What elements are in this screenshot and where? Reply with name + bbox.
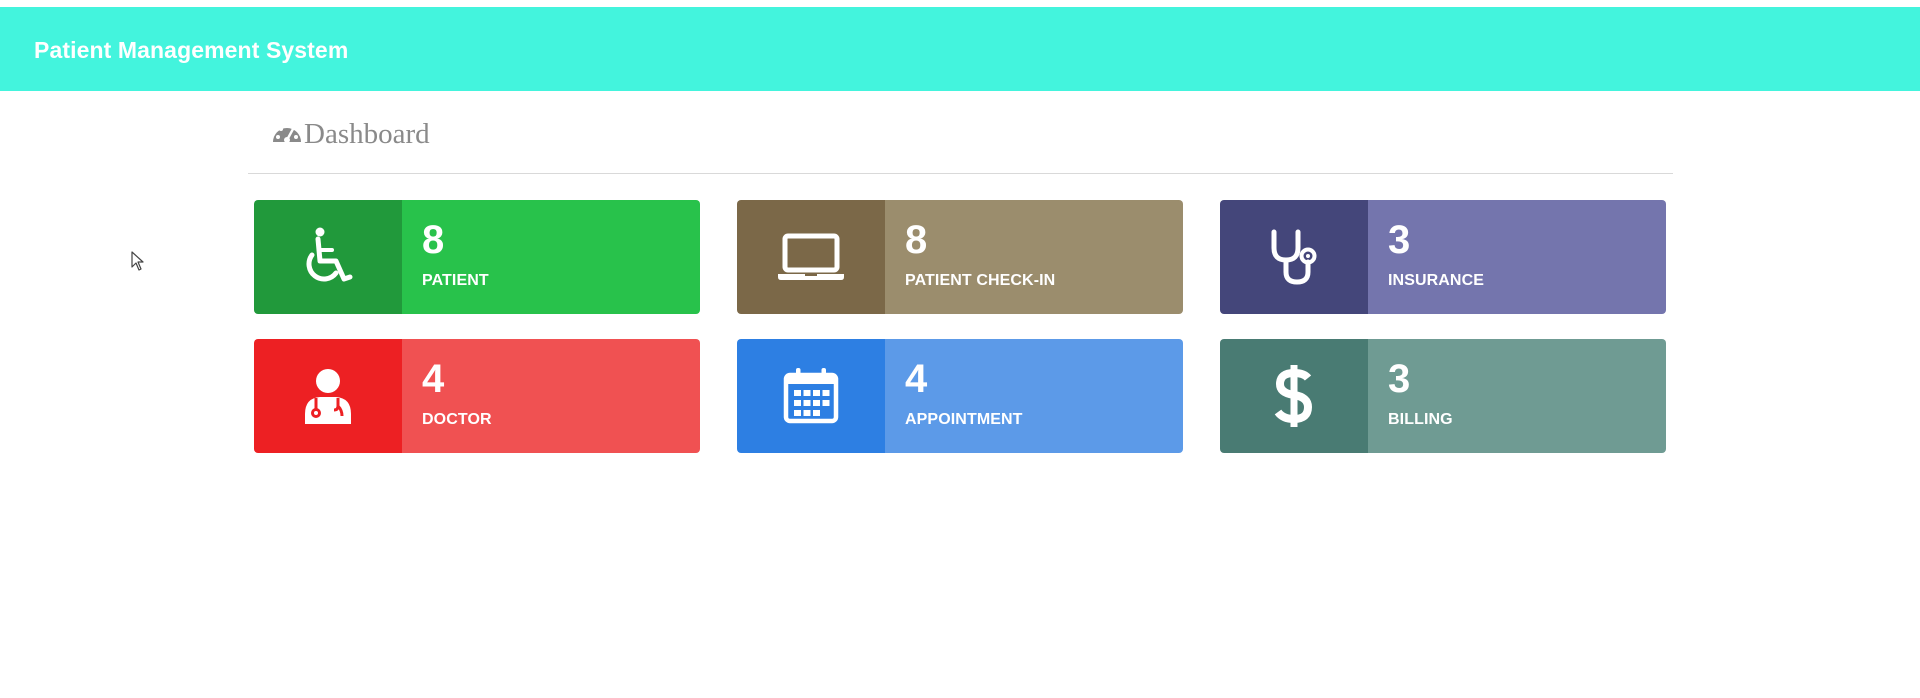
appointment-label: APPOINTMENT [905, 411, 1023, 428]
tile-icon-box [1220, 339, 1368, 453]
dollar-icon [1274, 364, 1314, 428]
header-divider [248, 173, 1673, 174]
doctor-tile[interactable]: 4 DOCTOR [254, 339, 700, 453]
patient-check-in-tile[interactable]: 8 PATIENT CHECK-IN [737, 200, 1183, 314]
calendar-icon [783, 368, 839, 424]
tile-body: 8 PATIENT CHECK-IN [885, 200, 1183, 314]
insurance-tile[interactable]: 3 INSURANCE [1220, 200, 1666, 314]
patient-count: 8 [422, 218, 445, 262]
dashboard-gauge-icon [271, 118, 303, 150]
stethoscope-icon [1266, 228, 1322, 286]
tile-body: 3 BILLING [1368, 339, 1666, 453]
app-title[interactable]: Patient Management System [34, 37, 348, 64]
tile-icon-box [737, 200, 885, 314]
patient-tile[interactable]: 8 PATIENT [254, 200, 700, 314]
billing-label: BILLING [1388, 411, 1453, 428]
doctor-label: DOCTOR [422, 411, 492, 428]
top-navbar: Patient Management System [0, 7, 1920, 91]
tile-icon-box [737, 339, 885, 453]
page-title: Dashboard [304, 117, 430, 150]
doctor-count: 4 [422, 357, 445, 401]
billing-count: 3 [1388, 357, 1411, 401]
mouse-cursor-icon [131, 251, 145, 272]
tile-body: 4 DOCTOR [402, 339, 700, 453]
patient-check-in-label: PATIENT CHECK-IN [905, 272, 1056, 289]
tile-icon-box [254, 339, 402, 453]
tile-body: 8 PATIENT [402, 200, 700, 314]
appointment-count: 4 [905, 357, 928, 401]
insurance-count: 3 [1388, 218, 1411, 262]
tile-icon-box [1220, 200, 1368, 314]
user-doctor-icon [302, 368, 354, 424]
patient-label: PATIENT [422, 272, 489, 289]
laptop-icon [777, 233, 845, 281]
insurance-label: INSURANCE [1388, 272, 1485, 289]
wheelchair-icon [298, 227, 358, 287]
appointment-tile[interactable]: 4 APPOINTMENT [737, 339, 1183, 453]
patient-check-in-count: 8 [905, 218, 928, 262]
tile-body: 4 APPOINTMENT [885, 339, 1183, 453]
tile-body: 3 INSURANCE [1368, 200, 1666, 314]
billing-tile[interactable]: 3 BILLING [1220, 339, 1666, 453]
page-header: Dashboard [271, 114, 430, 154]
tile-icon-box [254, 200, 402, 314]
